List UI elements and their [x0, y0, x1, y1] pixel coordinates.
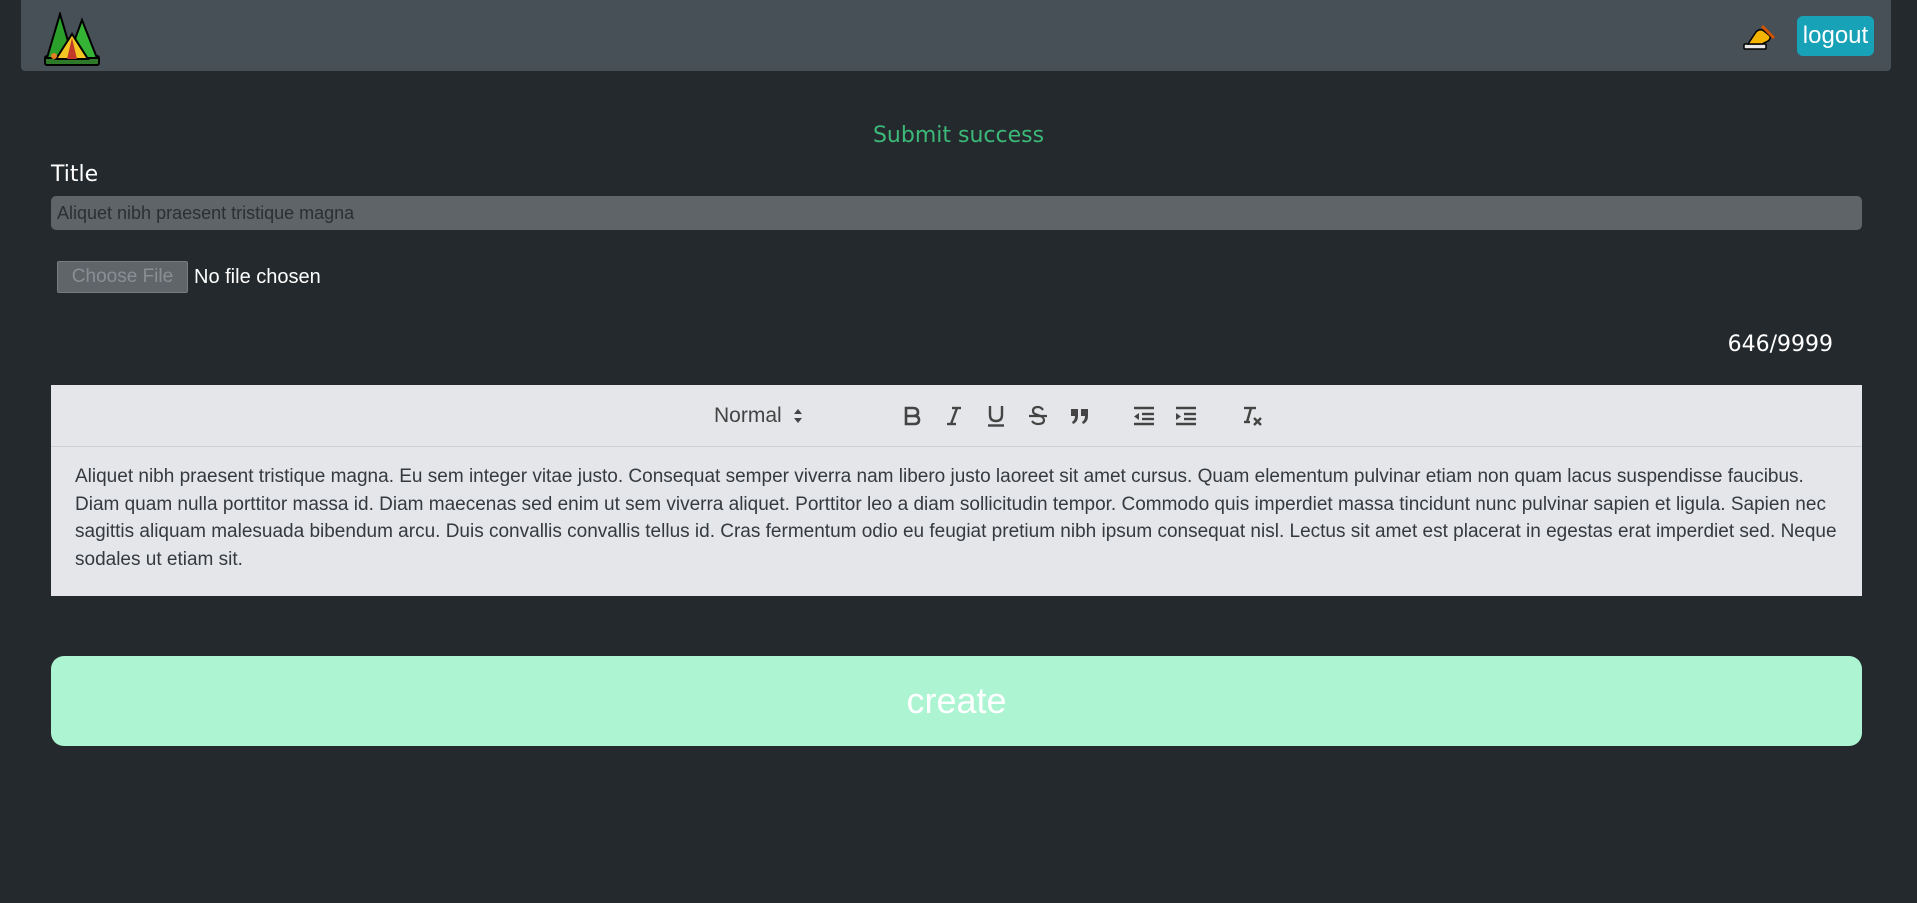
select-arrows-icon — [793, 409, 802, 423]
submit-status-message: Submit success — [872, 123, 1045, 148]
top-navbar: logout — [21, 0, 1891, 71]
logout-button[interactable]: logout — [1797, 16, 1874, 56]
camping-tent-trees-icon[interactable] — [44, 10, 100, 66]
indent-icon[interactable] — [1172, 403, 1200, 429]
bold-icon[interactable] — [898, 403, 926, 429]
character-counter: 646/9999 — [1727, 332, 1833, 357]
italic-icon[interactable] — [940, 403, 968, 429]
file-status-text: No file chosen — [194, 266, 321, 288]
clear-format-icon[interactable] — [1238, 403, 1266, 429]
header-format-select[interactable]: Normal — [714, 403, 814, 429]
choose-file-button[interactable]: Choose File — [57, 261, 188, 293]
title-label: Title — [51, 162, 99, 187]
underline-icon[interactable] — [982, 403, 1010, 429]
editor-toolbar: Normal — [51, 385, 1862, 447]
title-input[interactable] — [51, 196, 1862, 230]
blockquote-icon[interactable] — [1066, 403, 1094, 429]
editor-content[interactable]: Aliquet nibh praesent tristique magna. E… — [75, 463, 1841, 573]
create-button[interactable]: create — [51, 656, 1862, 746]
strikethrough-icon[interactable] — [1024, 403, 1052, 429]
rich-text-editor: Normal Aliquet nibh praesent tristique m… — [51, 385, 1862, 596]
writing-hand-icon[interactable] — [1742, 22, 1776, 52]
header-format-value: Normal — [714, 404, 782, 427]
outdent-icon[interactable] — [1130, 403, 1158, 429]
